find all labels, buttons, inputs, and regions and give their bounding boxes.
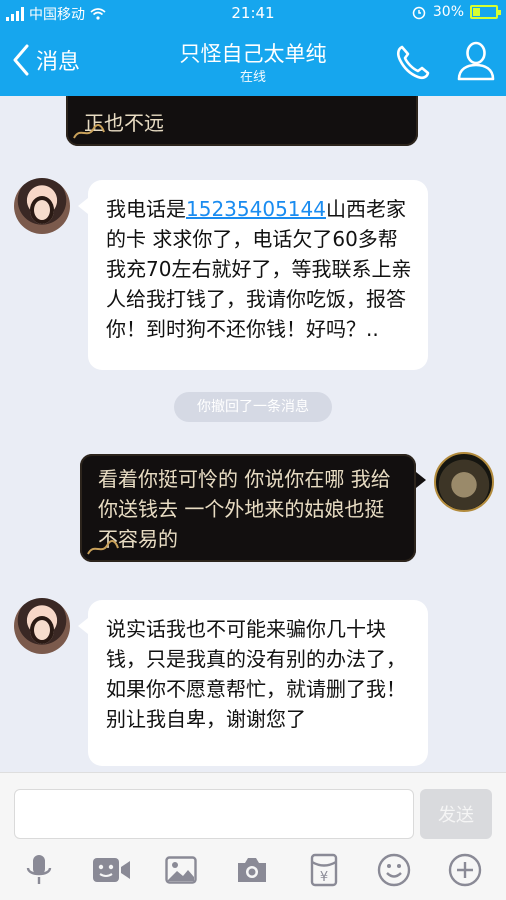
input-bar: 发送 ¥ [0, 772, 506, 900]
image-icon[interactable] [164, 853, 198, 887]
message-input[interactable] [14, 789, 414, 839]
plus-icon[interactable] [448, 853, 482, 887]
message-text: 看着你挺可怜的 你说你在哪 我给你送钱去 一个外地来的姑娘也挺不容易的 [98, 467, 391, 551]
my-avatar[interactable] [434, 452, 494, 512]
chat-area[interactable]: 正也不远 我电话是15235405144山西老家的卡 求求你了，电话欠了60多帮… [0, 96, 506, 772]
battery-icon [470, 5, 501, 19]
microphone-icon[interactable] [22, 853, 56, 887]
red-packet-icon[interactable]: ¥ [307, 853, 341, 887]
message-bubble-partial[interactable]: 正也不远 [66, 96, 418, 146]
emoji-icon[interactable] [377, 853, 411, 887]
message-text: 说实话我也不可能来骗你几十块钱，只是我真的没有别的办法了，如果你不愿意帮忙，就请… [106, 617, 406, 731]
bubble-decoration-icon [87, 540, 119, 555]
camera-icon[interactable] [235, 853, 269, 887]
profile-icon[interactable] [455, 38, 497, 82]
video-call-icon[interactable] [92, 853, 132, 887]
svg-text:¥: ¥ [320, 870, 328, 885]
bubble-decoration-icon [73, 124, 105, 139]
message-bubble-received[interactable]: 我电话是15235405144山西老家的卡 求求你了，电话欠了60多帮我充70左… [78, 180, 428, 370]
battery-percent: 30% [432, 4, 464, 20]
message-bubble-received[interactable]: 说实话我也不可能来骗你几十块钱，只是我真的没有别的办法了，如果你不愿意帮忙，就请… [78, 600, 428, 766]
header: 中国移动 21:41 30% 消息 只怪自己太单纯 在线 [0, 0, 506, 96]
message-text-prefix: 我电话是 [106, 197, 186, 221]
phone-call-icon[interactable] [392, 42, 432, 82]
phone-number-link[interactable]: 15235405144 [186, 197, 326, 221]
contact-avatar[interactable] [14, 598, 70, 654]
contact-avatar[interactable] [14, 178, 70, 234]
status-bar: 中国移动 21:41 30% [0, 0, 506, 26]
send-button[interactable]: 发送 [420, 789, 492, 839]
alarm-icon [412, 6, 426, 20]
recall-notice: 你撤回了一条消息 [174, 392, 332, 422]
message-bubble-sent[interactable]: 看着你挺可怜的 你说你在哪 我给你送钱去 一个外地来的姑娘也挺不容易的 [80, 454, 426, 562]
